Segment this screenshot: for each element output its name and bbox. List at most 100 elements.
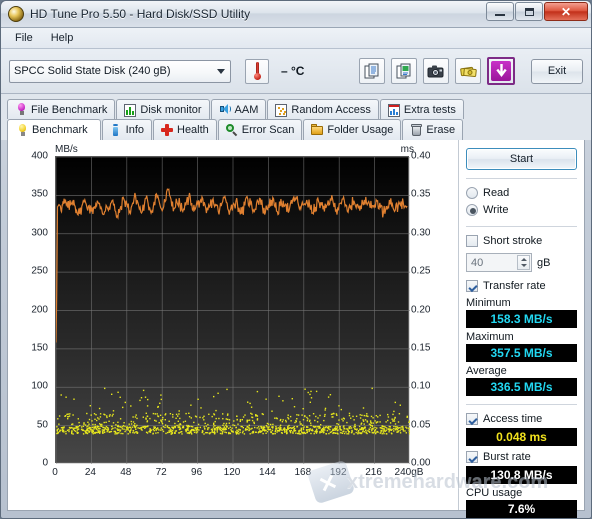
short-stroke-checkbox[interactable]: [466, 235, 478, 247]
tab-label: Info: [125, 124, 144, 136]
transfer-rate-checkbox[interactable]: [466, 280, 478, 292]
camera-icon: [427, 65, 444, 78]
tab-benchmark[interactable]: Benchmark: [7, 119, 101, 140]
tab-health[interactable]: Health: [153, 119, 217, 140]
start-button[interactable]: Start: [466, 148, 577, 170]
copy-icon: [364, 63, 378, 78]
tab-row-primary: File Benchmark Disk monitor AAM Random A…: [7, 98, 585, 119]
x-tick-label: 192: [329, 467, 347, 478]
copy-button[interactable]: [359, 58, 385, 84]
cpu-usage-value-box: 7.6%: [466, 500, 577, 518]
tab-label: Disk monitor: [140, 103, 202, 116]
menu-bar: File Help: [1, 28, 591, 49]
x-tick-label: 120: [223, 467, 241, 478]
download-button[interactable]: [487, 57, 515, 85]
plot-area: [55, 156, 410, 464]
y-tick-label: 50: [36, 419, 48, 431]
checkbox-transfer-rate[interactable]: Transfer rate: [466, 278, 577, 294]
tab-label: Extra tests: [403, 103, 456, 116]
drive-select[interactable]: SPCC Solid State Disk (240 gB): [9, 59, 231, 83]
checkbox-burst-rate[interactable]: Burst rate: [466, 449, 577, 465]
tab-info[interactable]: Info: [101, 119, 152, 140]
speaker-icon: [219, 103, 231, 116]
y-axis-label: MB/s: [55, 144, 78, 155]
hdtune-window: HD Tune Pro 5.50 - Hard Disk/SSD Utility…: [0, 0, 592, 519]
y2-tick-label: 0.25: [411, 265, 431, 277]
checkbox-short-stroke[interactable]: Short stroke: [466, 233, 577, 249]
menu-help[interactable]: Help: [43, 30, 82, 46]
toolbar: SPCC Solid State Disk (240 gB) – °C Exit: [1, 49, 591, 94]
drive-select-value: SPCC Solid State Disk (240 gB): [14, 65, 171, 77]
close-button[interactable]: ✕: [544, 2, 588, 21]
x-tick-label: 0: [52, 467, 58, 478]
tab-strip: File Benchmark Disk monitor AAM Random A…: [1, 94, 591, 140]
y2-tick-label: 0.35: [411, 188, 431, 200]
screenshot-button[interactable]: [423, 58, 449, 84]
burst-rate-checkbox[interactable]: [466, 451, 478, 463]
x-tick-label: 240gB: [394, 467, 424, 478]
stepper-down-icon[interactable]: [520, 264, 527, 268]
tab-extra-tests[interactable]: Extra tests: [379, 99, 464, 119]
copy-image-button[interactable]: [391, 58, 417, 84]
radio-write-label: Write: [483, 204, 509, 216]
bulb-magenta-icon: [15, 103, 27, 116]
y2-tick-label: 0.20: [411, 304, 431, 315]
tab-random-access[interactable]: Random Access: [267, 99, 379, 119]
tab-disk-monitor[interactable]: Disk monitor: [116, 99, 210, 119]
tab-label: Benchmark: [32, 124, 88, 136]
tab-aam[interactable]: AAM: [210, 99, 267, 119]
info-icon: [110, 123, 122, 137]
divider: [466, 226, 577, 227]
temperature-button[interactable]: [245, 58, 269, 84]
tab-error-scan[interactable]: Error Scan: [217, 119, 303, 140]
y-tick-label: 150: [31, 342, 48, 354]
cpu-usage-label: CPU usage: [466, 487, 523, 499]
tab-file-benchmark[interactable]: File Benchmark: [7, 99, 116, 119]
chevron-down-icon: [217, 69, 225, 74]
plot-canvas: [56, 157, 410, 464]
exit-button[interactable]: Exit: [531, 58, 583, 84]
copy-image-icon: [396, 63, 410, 78]
minimize-button[interactable]: [486, 2, 514, 21]
x-tick-label: 24: [84, 467, 96, 478]
radio-read[interactable]: Read: [466, 185, 577, 201]
tab-label: AAM: [234, 103, 259, 116]
transfer-rate-label: Transfer rate: [483, 280, 546, 292]
access-time-value: 0.048 ms: [496, 430, 547, 444]
maximize-button[interactable]: [515, 2, 543, 21]
tab-row-secondary: Benchmark Info Health Error Scan Folder …: [7, 119, 585, 140]
tab-erase[interactable]: Erase: [402, 119, 464, 140]
window-controls: ✕: [486, 2, 588, 21]
stepper-arrows[interactable]: [517, 255, 530, 270]
radio-write[interactable]: Write: [466, 202, 577, 218]
short-stroke-size-row: 40 gB: [466, 253, 577, 272]
stepper-up-icon[interactable]: [520, 257, 527, 261]
radio-write-control[interactable]: [466, 204, 478, 216]
trash-icon: [410, 124, 422, 137]
divider: [466, 404, 577, 405]
x-tick-label: 168: [294, 467, 312, 478]
tab-folder-usage[interactable]: Folder Usage: [303, 119, 402, 140]
menu-file[interactable]: File: [7, 30, 41, 46]
short-stroke-stepper[interactable]: 40: [466, 253, 532, 272]
access-time-checkbox[interactable]: [466, 413, 478, 425]
minimum-label: Minimum: [466, 297, 511, 309]
burst-rate-label: Burst rate: [483, 451, 531, 463]
tab-label: File Benchmark: [31, 103, 108, 116]
checkbox-access-time[interactable]: Access time: [466, 411, 577, 427]
magnifier-icon: [225, 123, 238, 137]
random-dots-icon: [275, 104, 288, 117]
y2-tick-label: 0.10: [411, 380, 431, 392]
register-button[interactable]: [455, 58, 481, 84]
radio-read-control[interactable]: [466, 187, 478, 199]
burst-rate-value-box: 130.8 MB/s: [466, 466, 577, 484]
temperature-value: – °C: [281, 64, 305, 78]
title-bar: HD Tune Pro 5.50 - Hard Disk/SSD Utility…: [1, 1, 591, 28]
y-tick-label: 0: [42, 457, 48, 469]
cpu-usage-value: 7.6%: [507, 502, 536, 516]
money-icon: [459, 66, 477, 77]
download-arrow-icon: [491, 61, 511, 81]
tab-label: Folder Usage: [327, 124, 394, 136]
y2-tick-label: 0.15: [411, 342, 431, 354]
tab-label: Erase: [426, 124, 456, 136]
